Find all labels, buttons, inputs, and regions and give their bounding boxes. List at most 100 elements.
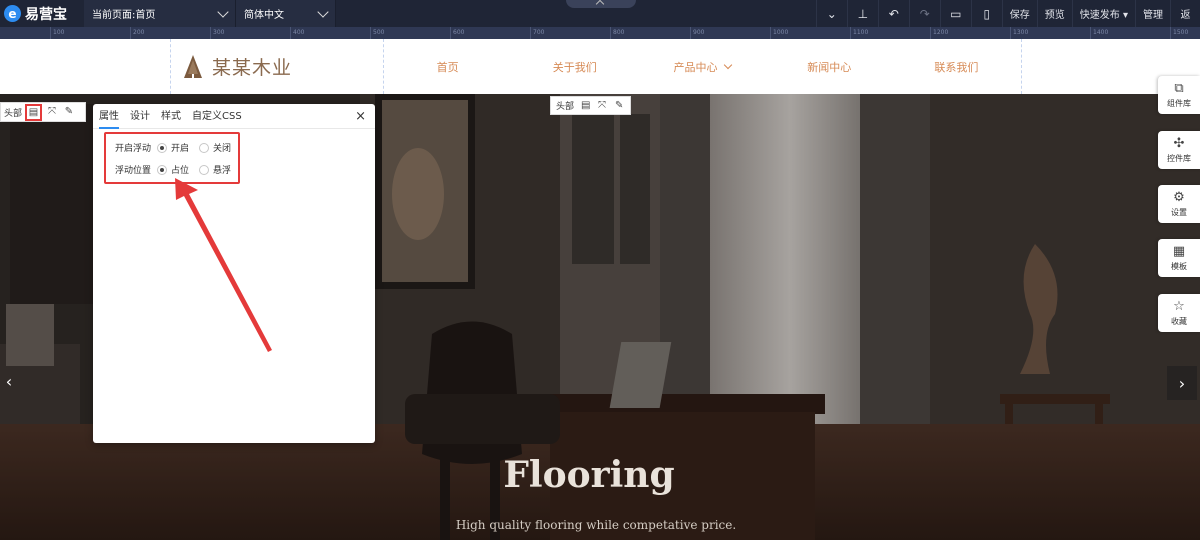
- ruler-tick: 1400: [1090, 27, 1108, 39]
- template-icon: ▦: [1172, 243, 1186, 259]
- sidebar-component-library[interactable]: ⧉ 组件库: [1158, 76, 1200, 114]
- ruler-tick: 200: [130, 27, 144, 39]
- floating-position-row: 浮动位置 占位 悬浮: [115, 163, 241, 176]
- radio-label: 占位: [171, 166, 190, 176]
- chevron-down-icon: [723, 60, 732, 69]
- header-component-toolbar: 头部 ▤ ⤧ ✎: [550, 96, 632, 115]
- current-page-label: 当前页面:首页: [92, 10, 156, 21]
- ruler-tick: 400: [290, 27, 304, 39]
- language-selector[interactable]: 简体中文: [236, 0, 336, 27]
- sidebar-label: 设置: [1171, 207, 1187, 217]
- expand-icon[interactable]: ⤧: [598, 100, 608, 111]
- highlight-box: [104, 132, 240, 184]
- expand-icon[interactable]: ⤧: [45, 105, 59, 119]
- radio-label: 悬浮: [213, 166, 232, 176]
- radio-label: 关闭: [213, 144, 232, 154]
- ruler-tick: 1200: [930, 27, 948, 39]
- preview-button[interactable]: 预览: [1036, 0, 1072, 27]
- mobile-view-button[interactable]: ▯: [970, 0, 1002, 27]
- component-library-icon: ⧉: [1174, 80, 1184, 96]
- site-nav: 首页 关于我们 产品中心 新闻中心 联系我们: [384, 39, 1020, 94]
- site-brand[interactable]: 某某木业: [180, 53, 292, 80]
- manage-button[interactable]: 管理: [1135, 0, 1170, 27]
- sidebar-label: 收藏: [1171, 316, 1187, 326]
- sidebar-label: 模板: [1171, 261, 1187, 271]
- radio-dot: [157, 142, 167, 153]
- chevron-down-icon: [217, 5, 229, 18]
- close-icon[interactable]: ×: [355, 109, 366, 124]
- ruler-tick: 1000: [770, 27, 788, 39]
- brand-name: 某某木业: [212, 57, 293, 79]
- ruler-tick: 1100: [850, 27, 868, 39]
- settings-icon[interactable]: ▤: [25, 103, 42, 121]
- ruler-tick: 300: [210, 27, 224, 39]
- guide-line: [170, 39, 171, 94]
- ruler-tick: 100: [50, 27, 64, 39]
- radio-disable[interactable]: 关闭: [199, 141, 231, 154]
- nav-item-products[interactable]: 产品中心: [638, 59, 765, 75]
- favorite-icon: ☆: [1173, 298, 1185, 314]
- radio-float[interactable]: 悬浮: [199, 163, 231, 176]
- tab-style[interactable]: 样式: [161, 104, 181, 129]
- desktop-view-button[interactable]: ▭: [939, 0, 971, 27]
- guide-line: [1021, 39, 1022, 94]
- tab-properties[interactable]: 属性: [99, 104, 119, 129]
- undo-button[interactable]: ↶: [877, 0, 909, 27]
- editor-topbar: e 易营宝 当前页面:首页 简体中文 ⌄ ⊥ ↶ ↷ ▭ ▯ 保存 预览 快速发…: [0, 0, 1200, 27]
- tree-logo-icon: [184, 54, 202, 79]
- sidebar-templates[interactable]: ▦ 模板: [1158, 239, 1200, 277]
- page-selector[interactable]: 当前页面:首页: [84, 0, 236, 27]
- hero-title: Flooring: [503, 454, 675, 496]
- ruler-tick: 900: [690, 27, 704, 39]
- nav-item-label: 产品中心: [673, 60, 718, 74]
- radio-dot: [199, 142, 210, 153]
- slide-next-button[interactable]: ›: [1167, 366, 1197, 400]
- ruler-tick: 600: [450, 27, 464, 39]
- nav-item-home[interactable]: 首页: [384, 59, 511, 75]
- ruler-tick: 700: [530, 27, 544, 39]
- property-panel: 属性 设计 样式 自定义CSS × 开启浮动 开启 关闭 浮动位置 占位 悬浮: [93, 104, 375, 443]
- site-header[interactable]: 某某木业 首页 关于我们 产品中心 新闻中心 联系我们: [0, 39, 1200, 94]
- nav-item-contact[interactable]: 联系我们: [893, 59, 1020, 75]
- save-button[interactable]: 保存: [1001, 0, 1037, 27]
- floating-toggle-row: 开启浮动 开启 关闭: [115, 141, 241, 154]
- tab-custom-css[interactable]: 自定义CSS: [192, 104, 242, 129]
- left-component-toolbar: 头部 ▤ ⤧ ✎: [0, 102, 86, 122]
- redo-button[interactable]: ↷: [908, 0, 940, 27]
- radio-placeholder[interactable]: 占位: [157, 163, 189, 176]
- nav-item-news[interactable]: 新闻中心: [766, 59, 893, 75]
- widget-library-icon: ✣: [1173, 135, 1185, 151]
- sidebar-widget-library[interactable]: ✣ 控件库: [1158, 131, 1200, 169]
- palette-icon[interactable]: ✎: [62, 105, 76, 119]
- radio-label: 开启: [171, 144, 190, 154]
- header-component-label: 头部: [556, 102, 575, 112]
- settings-icon[interactable]: ▤: [581, 100, 591, 111]
- tab-design[interactable]: 设计: [130, 104, 150, 129]
- sidebar-settings[interactable]: ⚙ 设置: [1158, 185, 1200, 223]
- collapse-icon[interactable]: ⌄: [815, 0, 847, 27]
- ruler-tick: 500: [370, 27, 384, 39]
- collapse-topbar-button[interactable]: [566, 0, 636, 8]
- ruler: 100 200 300 400 500 600 700 800 900 1000 1100 1200 1…: [0, 27, 1200, 39]
- ruler-tick: 1500: [1170, 27, 1188, 39]
- floating-toggle-label: 开启浮动: [115, 144, 152, 154]
- radio-dot: [199, 164, 210, 175]
- language-label: 简体中文: [244, 10, 284, 21]
- nav-item-about[interactable]: 关于我们: [511, 59, 638, 75]
- settings-icon: ⚙: [1173, 189, 1185, 205]
- radio-enable[interactable]: 开启: [157, 141, 189, 154]
- slide-prev-button[interactable]: ‹: [0, 364, 24, 398]
- publish-button[interactable]: 快速发布 ▾: [1071, 0, 1135, 27]
- logo-icon: e: [4, 5, 21, 22]
- ruler-tick: 1300: [1010, 27, 1028, 39]
- sidebar-label: 控件库: [1167, 153, 1191, 163]
- sidebar-favorites[interactable]: ☆ 收藏: [1158, 294, 1200, 332]
- sidebar-label: 组件库: [1167, 98, 1191, 108]
- app-logo[interactable]: e 易营宝: [0, 0, 84, 27]
- ruler-tick: 800: [610, 27, 624, 39]
- palette-icon[interactable]: ✎: [615, 100, 625, 111]
- back-button[interactable]: 返: [1170, 0, 1200, 27]
- radio-dot: [157, 164, 167, 175]
- layers-icon[interactable]: ⊥: [846, 0, 878, 27]
- chevron-down-icon: [317, 5, 329, 18]
